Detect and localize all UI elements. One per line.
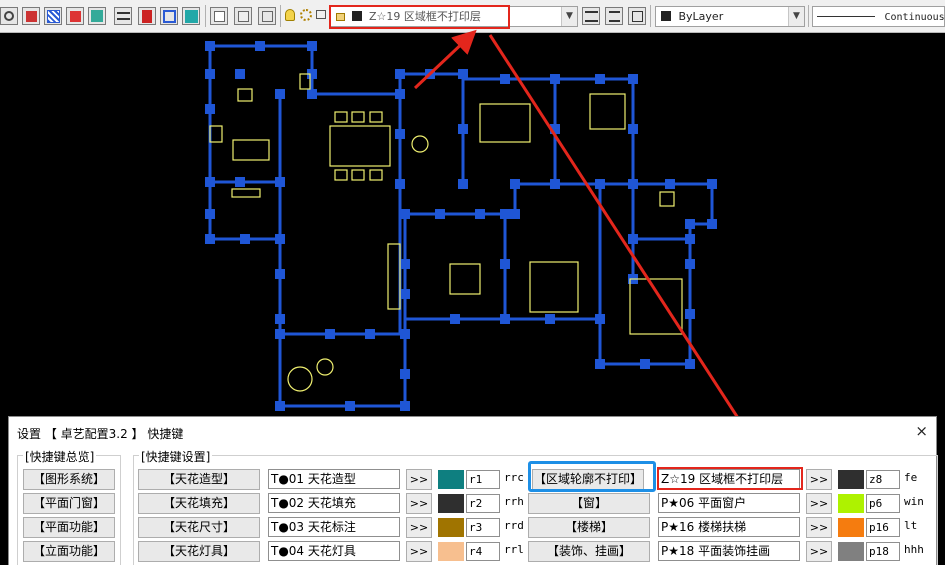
pick-layer-button[interactable]: >> [406,469,432,490]
close-icon[interactable]: × [915,422,928,440]
overview-group-label: [快捷键总览] [23,448,97,465]
color-code-field[interactable]: z8 [866,470,900,489]
command-alias: win [904,495,924,508]
shortcut-button[interactable]: 【天花造型】 [138,469,260,490]
command-alias: rrc [504,471,524,484]
command-alias: rrd [504,519,524,532]
shortcut-button[interactable]: 【天花填充】 [138,493,260,514]
overview-button[interactable]: 【平面门窗】 [23,493,115,514]
pick-layer-button[interactable]: >> [806,493,832,514]
command-alias: lt [904,519,918,532]
overview-button[interactable]: 【平面功能】 [23,517,115,538]
color-code-field[interactable]: p6 [866,494,900,513]
overview-button[interactable]: 【立面功能】 [23,541,115,562]
pick-layer-button[interactable]: >> [806,469,832,490]
layer-color-swatch[interactable] [438,494,464,513]
color-code-field[interactable]: r2 [466,494,500,513]
pick-layer-button[interactable]: >> [406,493,432,514]
layer-color-swatch[interactable] [438,542,464,561]
layer-name-field[interactable]: T●01 天花造型 [268,469,400,489]
layer-name-field[interactable]: T●03 天花标注 [268,517,400,537]
layer-color-swatch[interactable] [438,518,464,537]
layer-name-field[interactable]: P★16 楼梯扶梯 [658,517,800,537]
dialog-title: 设置 【 卓艺配置3.2 】 快捷键 [17,427,184,441]
shortcut-button[interactable]: 【装饰、挂画】 [528,541,650,562]
layer-color-swatch[interactable] [838,518,864,537]
color-code-field[interactable]: r1 [466,470,500,489]
command-alias: rrh [504,495,524,508]
layer-color-swatch[interactable] [838,542,864,561]
color-code-field[interactable]: r3 [466,518,500,537]
settings-group-label: [快捷键设置] [139,448,213,465]
command-alias: rrl [504,543,524,556]
layer-name-field[interactable]: T●02 天花填充 [268,493,400,513]
layer-color-swatch[interactable] [838,494,864,513]
layer-field-highlight [657,467,803,490]
pick-layer-button[interactable]: >> [806,517,832,538]
pick-layer-button[interactable]: >> [406,541,432,562]
color-code-field[interactable]: p18 [866,542,900,561]
layer-name-field[interactable]: T●04 天花灯具 [268,541,400,561]
layer-color-swatch[interactable] [838,470,864,489]
shortcut-button[interactable]: 【楼梯】 [528,517,650,538]
color-code-field[interactable]: p16 [866,518,900,537]
app-window: Z☆19 区域框不打印层 ▼ ByLayer ▼ Continuous 设置 【… [0,0,945,565]
shortcut-button[interactable]: 【窗】 [528,493,650,514]
shortcut-button[interactable]: 【天花尺寸】 [138,517,260,538]
command-alias: hhh [904,543,924,556]
command-alias: fe [904,471,918,484]
pick-layer-button[interactable]: >> [406,517,432,538]
shortcut-button[interactable]: 【天花灯具】 [138,541,260,562]
layer-name-field[interactable]: P★18 平面装饰挂画 [658,541,800,561]
layer-name-field[interactable]: P★06 平面窗户 [658,493,800,513]
pick-layer-button[interactable]: >> [806,541,832,562]
selected-button-highlight [528,461,656,492]
overview-button[interactable]: 【图形系统】 [23,469,115,490]
layer-color-swatch[interactable] [438,470,464,489]
shortcut-settings-dialog: 设置 【 卓艺配置3.2 】 快捷键 × [快捷键总览] [快捷键设置] 【图形… [8,416,938,565]
color-code-field[interactable]: r4 [466,542,500,561]
